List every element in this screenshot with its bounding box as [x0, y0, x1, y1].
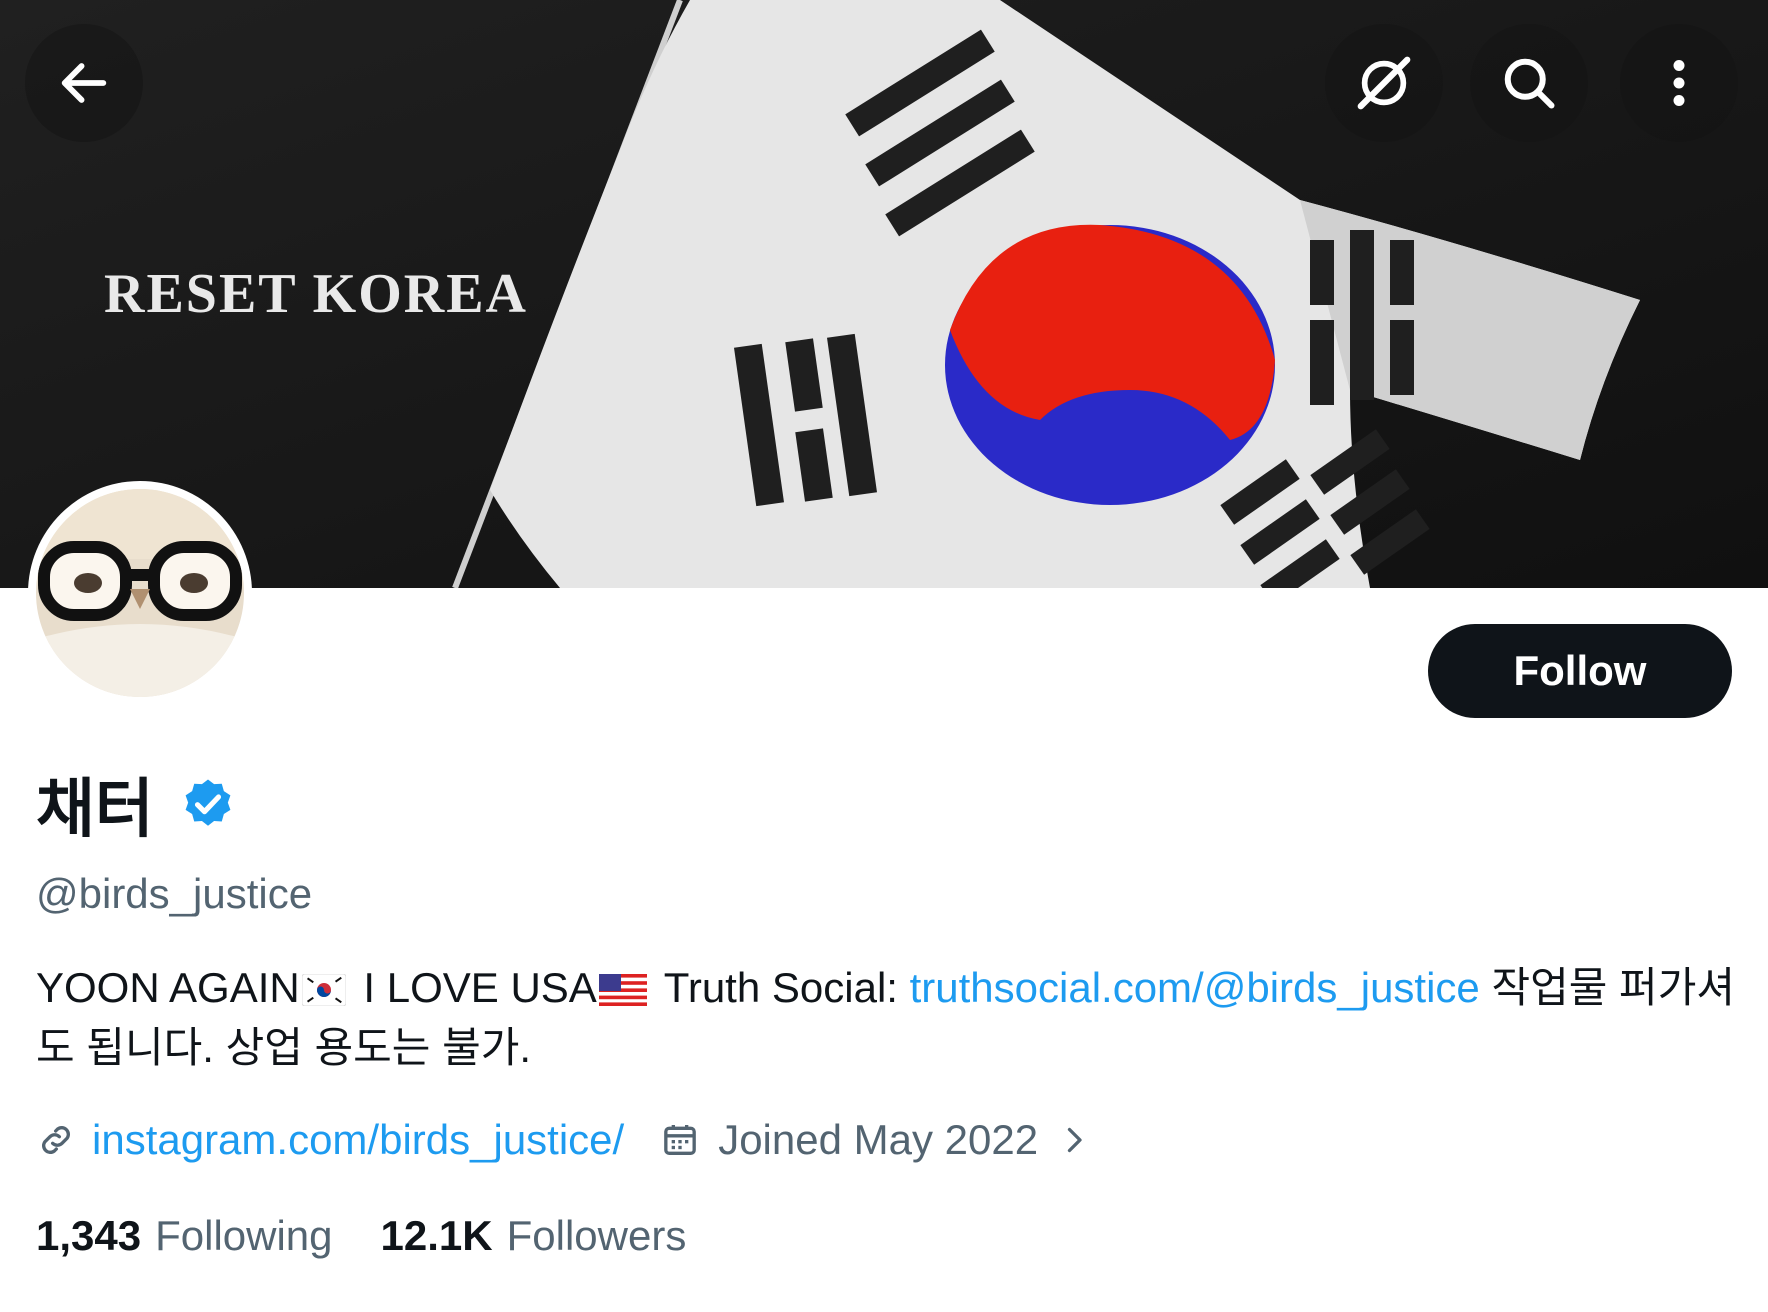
following-count: 1,343: [36, 1212, 142, 1259]
name-row: 채터: [36, 758, 236, 850]
bio-text-1: YOON AGAIN: [36, 964, 300, 1011]
usa-flag-icon: [598, 974, 647, 1006]
followers-label: Followers: [506, 1212, 687, 1259]
bio-truthsocial-link[interactable]: truthsocial.com/@birds_justice: [910, 964, 1480, 1011]
more-button[interactable]: [1620, 24, 1738, 142]
followers-stat[interactable]: 12.1K Followers: [381, 1212, 687, 1260]
website-link[interactable]: instagram.com/birds_justice/: [92, 1116, 624, 1164]
verified-badge-icon[interactable]: [180, 776, 236, 832]
follow-stats: 1,343 Following 12.1K Followers: [36, 1212, 686, 1260]
display-name: 채터: [36, 773, 154, 845]
bio: YOON AGAIN I LOVE USA Truth Social: trut…: [36, 958, 1736, 1078]
south-korea-flag-icon: [301, 974, 346, 1006]
joined-date: Joined May 2022: [718, 1116, 1039, 1163]
grok-icon: [1357, 56, 1411, 110]
handle: @birds_justice: [36, 870, 313, 917]
back-button[interactable]: [25, 24, 143, 142]
bio-text-2: I LOVE USA: [351, 964, 597, 1011]
link-icon: [42, 1126, 70, 1154]
banner-caption: RESET KOREA: [104, 263, 528, 325]
search-button[interactable]: [1470, 24, 1588, 142]
calendar-icon: [664, 1125, 697, 1155]
search-icon: [1504, 58, 1555, 109]
followers-count: 12.1K: [380, 1212, 493, 1259]
bio-text-3: Truth Social:: [652, 964, 910, 1011]
chevron-right-icon[interactable]: [1056, 1122, 1092, 1158]
avatar[interactable]: [28, 481, 252, 705]
follow-button[interactable]: Follow: [1428, 624, 1732, 718]
avatar-image: [36, 489, 244, 697]
following-label: Following: [155, 1212, 333, 1259]
arrow-left-icon: [61, 63, 107, 103]
more-vertical-icon: [1673, 60, 1685, 106]
grok-button[interactable]: [1325, 24, 1443, 142]
profile-meta: instagram.com/birds_justice/ Joined May …: [36, 1116, 1092, 1164]
following-stat[interactable]: 1,343 Following: [36, 1212, 333, 1260]
